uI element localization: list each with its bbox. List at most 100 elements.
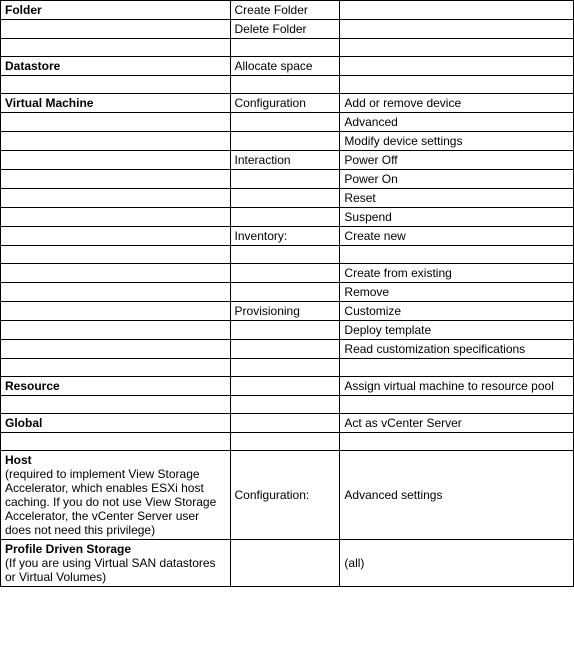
privilege-category-cell (1, 170, 231, 189)
privilege-group-cell (230, 414, 340, 433)
privilege-category-cell (1, 433, 231, 451)
privilege-item-cell (340, 246, 574, 264)
privilege-group-cell (230, 113, 340, 132)
privilege-group-cell: Configuration: (230, 451, 340, 540)
table-row (1, 359, 574, 377)
table-row (1, 76, 574, 94)
privilege-item-cell: Advanced settings (340, 451, 574, 540)
privilege-group-cell (230, 396, 340, 414)
privilege-group-cell: Create Folder (230, 1, 340, 20)
privilege-group-cell (230, 377, 340, 396)
privilege-item-cell (340, 39, 574, 57)
privilege-category-cell (1, 227, 231, 246)
privilege-group-cell (230, 208, 340, 227)
privilege-group-cell: Inventory: (230, 227, 340, 246)
privilege-category-cell: Folder (1, 1, 231, 20)
table-row: Reset (1, 189, 574, 208)
privilege-group-cell: Provisioning (230, 302, 340, 321)
category-title: Folder (5, 3, 42, 17)
privilege-item-cell (340, 57, 574, 76)
privilege-category-cell: Virtual Machine (1, 94, 231, 113)
privilege-category-cell (1, 340, 231, 359)
privilege-category-cell (1, 208, 231, 227)
privilege-group-cell (230, 433, 340, 451)
table-row: Read customization specifications (1, 340, 574, 359)
privilege-group-cell: Interaction (230, 151, 340, 170)
privilege-group-cell (230, 540, 340, 587)
privilege-category-cell (1, 189, 231, 208)
privilege-item-cell (340, 396, 574, 414)
privilege-category-cell (1, 132, 231, 151)
privilege-category-cell (1, 302, 231, 321)
table-row: Modify device settings (1, 132, 574, 151)
privilege-category-cell (1, 321, 231, 340)
privilege-group-cell (230, 189, 340, 208)
privilege-item-cell: Act as vCenter Server (340, 414, 574, 433)
privilege-category-cell (1, 151, 231, 170)
privilege-group-cell (230, 340, 340, 359)
privilege-category-cell (1, 396, 231, 414)
privilege-item-cell (340, 1, 574, 20)
table-row: Power On (1, 170, 574, 189)
privilege-group-cell (230, 246, 340, 264)
privilege-group-cell: Allocate space (230, 57, 340, 76)
privilege-item-cell (340, 76, 574, 94)
privilege-item-cell: Suspend (340, 208, 574, 227)
table-row: Profile Driven Storage(If you are using … (1, 540, 574, 587)
table-row: Host(required to implement View Storage … (1, 451, 574, 540)
privilege-category-cell: Global (1, 414, 231, 433)
table-row: Virtual Machine ConfigurationAdd or remov… (1, 94, 574, 113)
privilege-group-cell (230, 283, 340, 302)
privilege-group-cell (230, 170, 340, 189)
category-note: (required to implement View Storage Acce… (5, 467, 216, 537)
privilege-group-cell (230, 321, 340, 340)
privilege-category-cell (1, 264, 231, 283)
privilege-category-cell (1, 76, 231, 94)
category-title: Resource (5, 379, 60, 393)
table-row: ProvisioningCustomize (1, 302, 574, 321)
table-row: Datastore Allocate space (1, 57, 574, 76)
table-row: Folder Create Folder (1, 1, 574, 20)
table-row: Inventory:Create new (1, 227, 574, 246)
privilege-item-cell: Create from existing (340, 264, 574, 283)
privilege-category-cell: Host(required to implement View Storage … (1, 451, 231, 540)
category-title: Global (5, 416, 42, 430)
table-row: Create from existing (1, 264, 574, 283)
privilege-category-cell: Profile Driven Storage(If you are using … (1, 540, 231, 587)
privilege-item-cell: Add or remove device (340, 94, 574, 113)
table-row (1, 396, 574, 414)
privilege-category-cell (1, 359, 231, 377)
privilege-group-cell (230, 76, 340, 94)
privileges-table: Folder Create FolderDelete Folder Datastor… (0, 0, 574, 587)
privilege-group-cell (230, 39, 340, 57)
privilege-group-cell: Delete Folder (230, 20, 340, 39)
privilege-group-cell (230, 359, 340, 377)
privilege-category-cell: Resource (1, 377, 231, 396)
privilege-group-cell (230, 132, 340, 151)
table-row: Deploy template (1, 321, 574, 340)
privilege-item-cell: Remove (340, 283, 574, 302)
table-row: InteractionPower Off (1, 151, 574, 170)
privilege-item-cell: Read customization specifications (340, 340, 574, 359)
category-title: Host (5, 453, 32, 467)
category-note: (If you are using Virtual SAN datastores… (5, 556, 216, 584)
table-row: Delete Folder (1, 20, 574, 39)
privilege-group-cell: Configuration (230, 94, 340, 113)
privilege-item-cell (340, 433, 574, 451)
privilege-item-cell: Modify device settings (340, 132, 574, 151)
table-row: Remove (1, 283, 574, 302)
privilege-category-cell (1, 283, 231, 302)
privilege-item-cell: Advanced (340, 113, 574, 132)
category-title: Datastore (5, 59, 60, 73)
table-row: Global Act as vCenter Server (1, 414, 574, 433)
privilege-group-cell (230, 264, 340, 283)
privilege-item-cell: Deploy template (340, 321, 574, 340)
table-row (1, 246, 574, 264)
privilege-item-cell: Power On (340, 170, 574, 189)
table-row: Suspend (1, 208, 574, 227)
category-title: Virtual Machine (5, 96, 93, 110)
table-row (1, 39, 574, 57)
privilege-category-cell (1, 20, 231, 39)
privilege-item-cell: Create new (340, 227, 574, 246)
privilege-item-cell: Reset (340, 189, 574, 208)
